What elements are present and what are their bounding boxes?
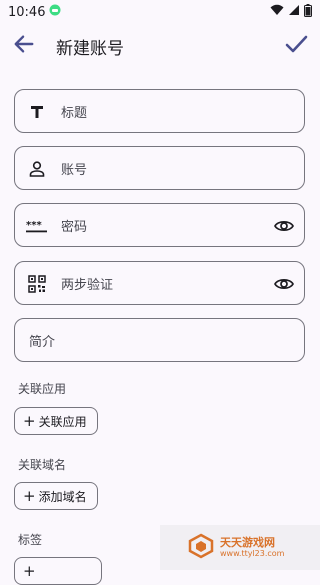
wifi-icon (270, 4, 284, 20)
linked-apps-label: 关联应用 (18, 382, 67, 396)
title-field[interactable]: 标题 (14, 89, 305, 133)
add-tag-button[interactable]: + (14, 557, 102, 585)
save-button[interactable] (282, 32, 310, 60)
page-title: 新建账号 (56, 39, 124, 59)
intro-field[interactable]: 简介 (14, 318, 305, 362)
battery-icon (304, 3, 312, 21)
person-icon (26, 158, 48, 180)
add-domain-button[interactable]: + 添加域名 (14, 482, 98, 510)
add-linked-app-label: 关联应用 (38, 414, 87, 429)
status-bar: 10:46 (0, 0, 320, 24)
watermark: 天天游戏网 www.ttyl23.com (160, 525, 320, 570)
two-step-field[interactable]: 两步验证 (14, 261, 305, 305)
svg-text:***: *** (26, 220, 42, 231)
password-icon: *** (26, 215, 48, 237)
password-visibility-eye-icon[interactable] (272, 214, 296, 238)
plus-icon: + (23, 486, 36, 505)
watermark-text-block: 天天游戏网 www.ttyl23.com (220, 535, 285, 559)
password-placeholder: 密码 (61, 220, 88, 235)
qr-code-icon (26, 273, 48, 295)
signal-icon (288, 4, 300, 20)
intro-placeholder: 简介 (29, 335, 56, 350)
app-bar: 新建账号 (0, 24, 320, 68)
account-placeholder: 账号 (61, 163, 88, 178)
linked-domains-label: 关联域名 (18, 458, 67, 472)
title-text-icon (26, 101, 48, 123)
arrow-back-icon (13, 33, 35, 59)
status-time: 10:46 (8, 4, 46, 20)
plus-icon: + (23, 561, 36, 580)
back-button[interactable] (10, 32, 38, 60)
add-linked-app-button[interactable]: + 关联应用 (14, 407, 98, 435)
watermark-url: www.ttyl23.com (220, 549, 285, 559)
tags-label: 标签 (18, 533, 43, 547)
account-field[interactable]: 账号 (14, 146, 305, 190)
android-notification-icon (49, 4, 61, 20)
watermark-logo-icon (188, 533, 214, 563)
status-right (270, 3, 312, 21)
password-field[interactable]: *** 密码 (14, 203, 305, 247)
plus-icon: + (23, 411, 36, 430)
check-icon (284, 32, 308, 60)
two-step-visibility-eye-icon[interactable] (272, 272, 296, 296)
two-step-placeholder: 两步验证 (61, 278, 114, 293)
status-left: 10:46 (8, 4, 61, 20)
add-domain-label: 添加域名 (38, 489, 87, 504)
watermark-text: 天天游戏网 (220, 535, 275, 549)
title-placeholder: 标题 (61, 106, 88, 121)
